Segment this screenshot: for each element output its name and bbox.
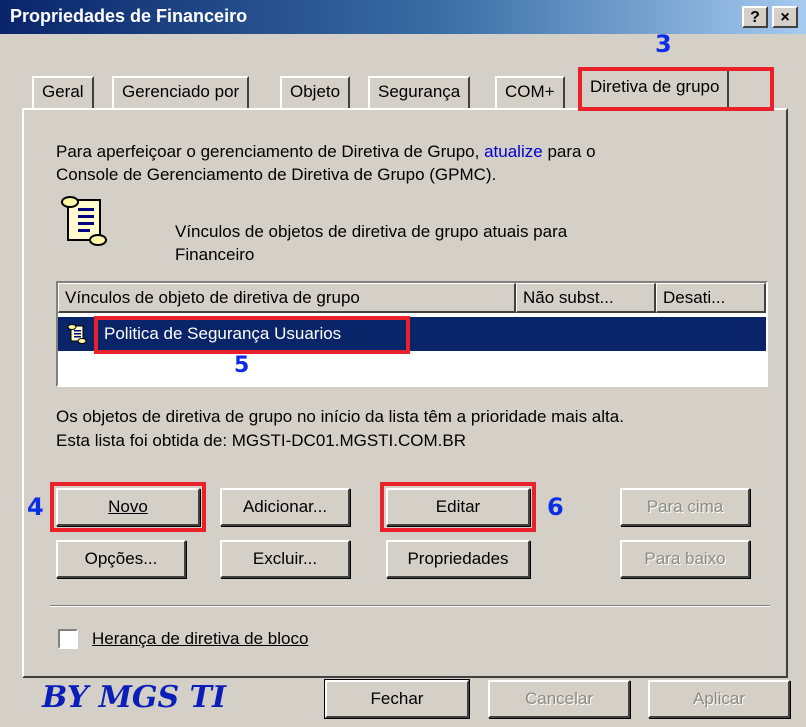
tab-objeto[interactable]: Objeto [280,76,351,108]
column-header-nao-subst[interactable]: Não subst... [516,283,656,313]
excluir-button[interactable]: Excluir... [220,540,350,578]
para-baixo-button[interactable]: Para baixo [620,540,750,578]
info-text-line1: Para aperfeiçoar o gerenciamento de Dire… [56,141,596,163]
novo-button-label: Novo [108,497,148,516]
current-links-line2: Financeiro [175,245,255,264]
fechar-button[interactable]: Fechar [325,680,469,718]
tab-gerenciado-por[interactable]: Gerenciado por [112,76,250,108]
column-header-vinculos[interactable]: Vínculos de objeto de diretiva de grupo [58,283,516,313]
tab-panel-diretiva-de-grupo [22,108,788,678]
propriedades-button[interactable]: Propriedades [386,540,530,578]
adicionar-button[interactable]: Adicionar... [220,488,350,526]
tab-diretiva-de-grupo[interactable]: Diretiva de grupo [580,68,730,110]
priority-note-line2: Esta lista foi obtida de: MGSTI-DC01.MGS… [56,431,467,450]
cancelar-button[interactable]: Cancelar [488,680,630,718]
window-title: Propriedades de Financeiro [10,6,248,26]
title-bar[interactable]: Propriedades de Financeiro ? × [0,0,806,34]
help-button[interactable]: ? [742,6,768,28]
separator [50,605,770,607]
para-cima-button[interactable]: Para cima [620,488,750,526]
aplicar-button[interactable]: Aplicar [648,680,790,718]
list-item-selected[interactable]: Politica de Segurança Usuarios [58,317,766,351]
priority-note-line1: Os objetos de diretiva de grupo no iníci… [56,407,624,426]
gpo-links-list[interactable]: Vínculos de objeto de diretiva de grupo … [56,281,768,387]
watermark-text: BY MGS TI [42,680,226,715]
current-links-line1: Vínculos de objetos de diretiva de grupo… [175,222,568,241]
info-text-suffix: para o [547,142,596,161]
heranca-checkbox-label[interactable]: Herança de diretiva de bloco [92,628,308,650]
info-text-line2: Console de Gerenciamento de Diretiva de … [56,165,497,184]
properties-dialog: Propriedades de Financeiro ? × 3 Geral G… [0,0,806,727]
tab-seguranca[interactable]: Segurança [368,76,471,108]
close-button[interactable]: × [772,6,798,28]
heranca-label-text: Herança de diretiva de bloco [92,629,309,648]
editar-button[interactable]: Editar [386,488,530,526]
atualize-link[interactable]: atualize [484,142,543,161]
heranca-checkbox[interactable] [58,629,78,649]
step-3-annotation: 3 [655,30,672,58]
column-header-desativado[interactable]: Desati... [656,283,766,313]
tab-geral[interactable]: Geral [32,76,94,108]
step-6-annotation: 6 [547,493,564,521]
gpo-scroll-icon [67,324,87,344]
opcoes-button[interactable]: Opções... [56,540,186,578]
novo-button[interactable]: Novo [56,488,200,526]
list-item-label: Politica de Segurança Usuarios [104,324,342,343]
step-5-annotation: 5 [234,353,250,378]
info-text-prefix: Para aperfeiçoar o gerenciamento de Dire… [56,142,480,161]
tab-com-plus[interactable]: COM+ [495,76,565,108]
scroll-icon [61,196,107,246]
step-4-annotation: 4 [27,493,44,521]
